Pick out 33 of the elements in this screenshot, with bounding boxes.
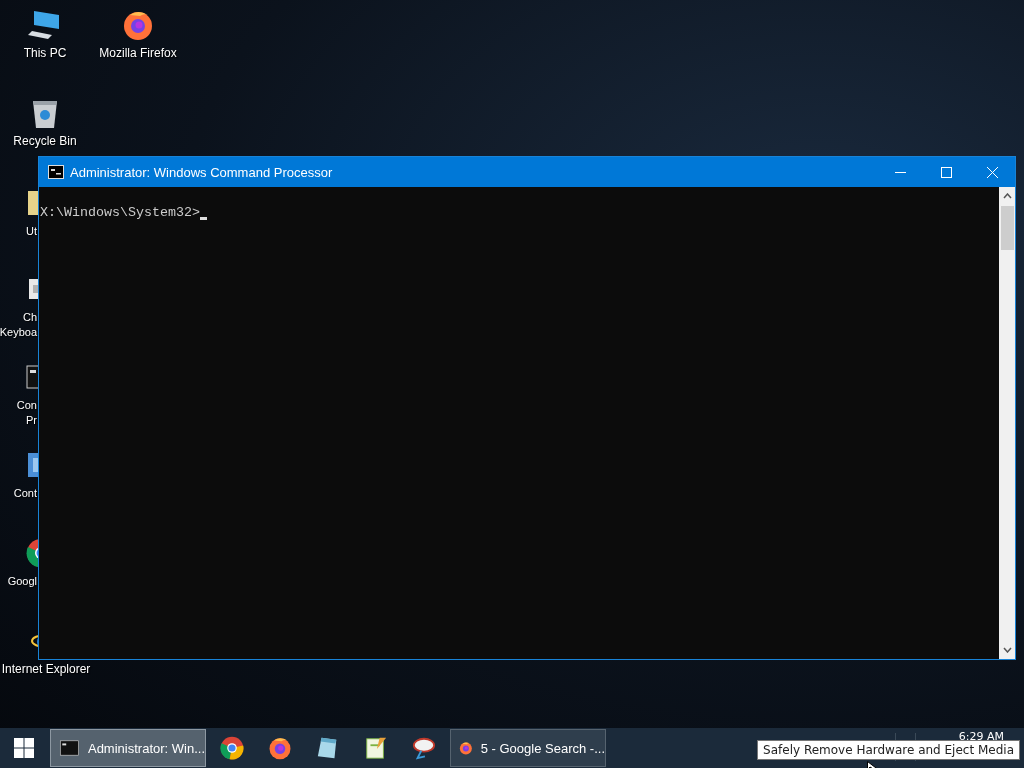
taskbar-button[interactable]: 5 - Google Search -... [450,729,606,767]
icon-label: This PC [23,46,67,61]
minimize-icon [894,171,906,173]
clock-time: 6:29 AM [958,731,1004,743]
firefox-icon [122,9,154,41]
icon-label: Mozilla Firefox [99,46,177,61]
scrollbar[interactable] [999,187,1015,659]
text-cursor [199,217,207,220]
taskbar-button[interactable]: Administrator: Win... [50,729,206,767]
console-area[interactable]: X:\Windows\System32> [39,187,999,659]
icon-label: Recycle Bin [13,134,77,149]
icon-label: Cont [13,486,37,501]
icon-label: Keyboa [0,325,37,340]
satellite-dish-icon [412,736,436,760]
icon-label: Con [16,398,37,413]
icon-label: Ut [26,224,37,239]
computer-icon [28,9,62,41]
scrollbar-thumb[interactable] [1000,206,1014,250]
scroll-down-icon[interactable] [1002,647,1012,653]
icon-label: Ch [22,310,37,325]
icon-label: Pr [26,413,37,428]
close-icon [986,166,998,178]
scroll-up-icon[interactable] [1002,193,1012,199]
chrome-icon [220,736,244,760]
window-title: Administrator: Windows Command Processor [70,164,334,180]
console-line: X:\Windows\System32> [40,205,200,221]
windows-logo-icon [14,738,34,758]
console-icon [48,165,64,179]
icon-label: Googl [7,574,37,589]
icon-label: Internet Explorer [1,662,91,677]
notepad-plus-icon [364,736,388,760]
firefox-icon [268,736,292,760]
maximize-icon [940,166,952,178]
